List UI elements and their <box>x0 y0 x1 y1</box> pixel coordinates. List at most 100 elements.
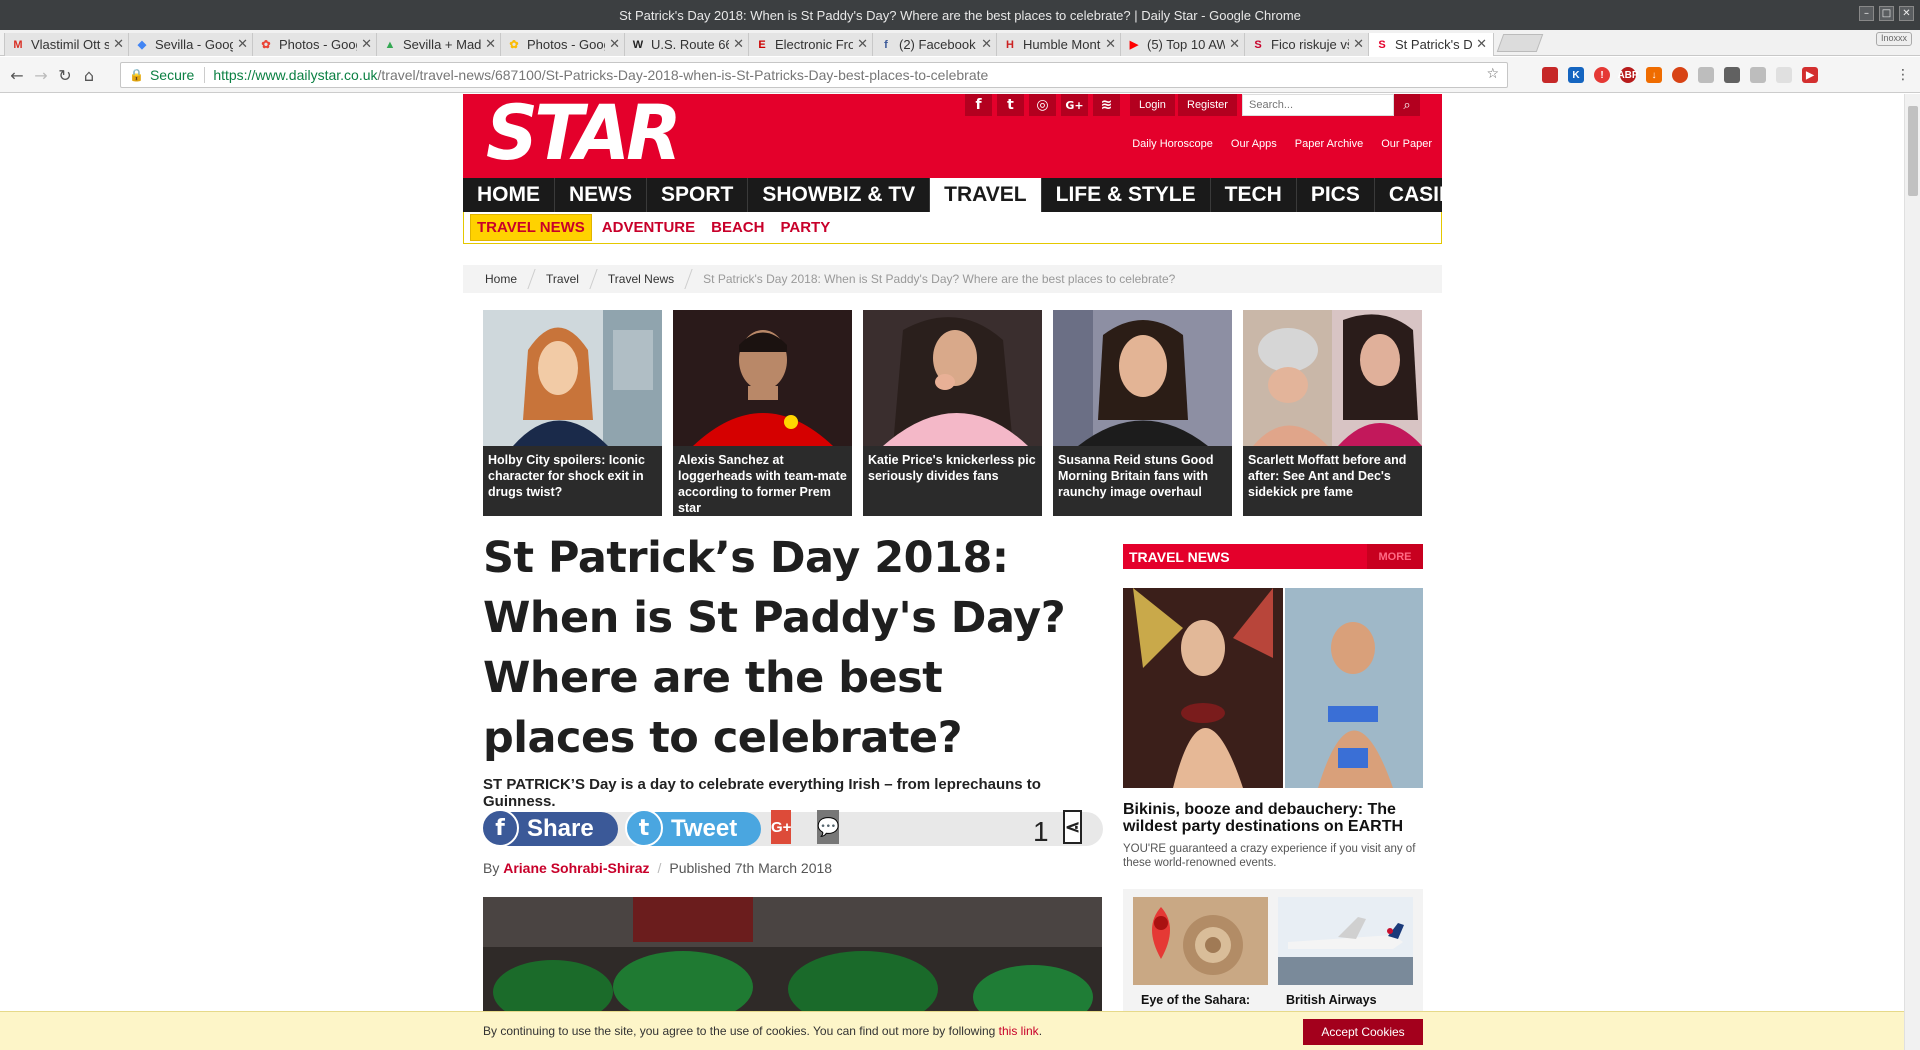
subnav-adventure[interactable]: ADVENTURE <box>596 215 701 240</box>
link-our-paper[interactable]: Our Paper <box>1381 138 1432 150</box>
comment-icon[interactable]: 💬 <box>817 810 840 844</box>
minimize-icon[interactable]: – <box>1859 6 1874 21</box>
rss-icon[interactable]: ≋ <box>1093 94 1120 116</box>
browser-tab[interactable]: ▲ Sevilla + Madric✕ <box>376 33 502 56</box>
link-our-apps[interactable]: Our Apps <box>1231 138 1277 150</box>
tab-close-icon[interactable]: ✕ <box>733 37 744 52</box>
sidebar-feature-title[interactable]: Bikinis, booze and debauchery: The wilde… <box>1123 801 1423 835</box>
google-plus-share-icon[interactable]: G+ <box>771 810 792 844</box>
teaser-card[interactable]: Scarlett Moffatt before and after: See A… <box>1243 310 1422 516</box>
teaser-card[interactable]: Susanna Reid stuns Good Morning Britain … <box>1053 310 1232 516</box>
site-search-input[interactable] <box>1242 94 1394 116</box>
google-plus-icon[interactable]: G+ <box>1061 94 1088 116</box>
reload-icon[interactable]: ↻ <box>56 66 74 85</box>
tab-favicon-icon: ✿ <box>509 39 519 51</box>
author-link[interactable]: Ariane Sohrabi-Shiraz <box>503 860 649 876</box>
nav-news[interactable]: NEWS <box>555 178 647 212</box>
nav-pics[interactable]: PICS <box>1297 178 1375 212</box>
rocket-icon[interactable] <box>1724 67 1740 83</box>
tab-close-icon[interactable]: ✕ <box>1105 37 1116 52</box>
teaser-card[interactable]: Alexis Sanchez at loggerheads with team-… <box>673 310 852 516</box>
browser-tab[interactable]: W U.S. Route 66 -✕ <box>624 33 750 56</box>
facebook-share-button[interactable]: f Share <box>481 809 618 847</box>
address-bar[interactable]: 🔒 Secure https://www.dailystar.co.uk/tra… <box>120 62 1508 88</box>
browser-tab[interactable]: H Humble Monthl ✕ <box>996 33 1122 56</box>
nav-sport[interactable]: SPORT <box>647 178 749 212</box>
tab-close-icon[interactable]: ✕ <box>857 37 868 52</box>
search-icon[interactable]: ⌕ <box>1394 94 1420 116</box>
page-scrollbar[interactable] <box>1904 94 1920 1050</box>
site-logo[interactable]: STAR <box>486 94 682 177</box>
login-button[interactable]: Login <box>1130 94 1175 116</box>
teaser-card[interactable]: Holby City spoilers: Iconic character fo… <box>483 310 662 516</box>
tab-close-icon[interactable]: ✕ <box>361 37 372 52</box>
tab-close-icon[interactable]: ✕ <box>609 37 620 52</box>
subnav-party[interactable]: PARTY <box>774 215 836 240</box>
browser-tab[interactable]: ✿ Photos - Google ✕ <box>252 33 378 56</box>
new-tab-button[interactable] <box>1496 34 1544 52</box>
breadcrumb-travel-news[interactable]: Travel News <box>608 272 674 286</box>
back-icon[interactable]: ← <box>8 66 26 85</box>
download-icon[interactable]: ↓ <box>1646 67 1662 83</box>
home-icon[interactable]: ⌂ <box>80 66 98 85</box>
nav-home[interactable]: HOME <box>463 178 555 212</box>
extension-k-icon[interactable]: K <box>1568 67 1584 83</box>
nav-casino[interactable]: CASINO <box>1375 178 1485 212</box>
sidebar-feature-image[interactable] <box>1123 588 1423 788</box>
browser-tab[interactable]: ▶ (5) Top 10 AW ✕ <box>1120 33 1246 56</box>
browser-tab[interactable]: E Electronic Front✕ <box>748 33 874 56</box>
mini-story[interactable]: Eye of the Sahara: <box>1133 897 1268 1007</box>
browser-tab[interactable]: f (2) Facebook ✕ <box>872 33 998 56</box>
facebook-icon[interactable]: f <box>965 94 992 116</box>
register-button[interactable]: Register <box>1178 94 1237 116</box>
nav-travel[interactable]: TRAVEL <box>930 178 1042 212</box>
nav-tech[interactable]: TECH <box>1211 178 1297 212</box>
extension-flag-icon[interactable] <box>1776 67 1792 83</box>
extension-gray-icon[interactable] <box>1698 67 1714 83</box>
scrollbar-thumb[interactable] <box>1908 106 1918 196</box>
browser-tab[interactable]: ◆ Sevilla - Google✕ <box>128 33 254 56</box>
adblock-icon[interactable]: ABP <box>1617 67 1639 83</box>
sidebar-more-link[interactable]: MORE <box>1367 544 1423 569</box>
bookmark-star-icon[interactable]: ☆ <box>1486 66 1499 82</box>
tab-close-icon[interactable]: ✕ <box>485 37 496 52</box>
link-paper-archive[interactable]: Paper Archive <box>1295 138 1363 150</box>
tab-close-icon[interactable]: ✕ <box>1476 37 1487 52</box>
browser-tab[interactable]: M Vlastimil Ott sh ✕ <box>4 33 130 56</box>
tweet-button[interactable]: t Tweet <box>625 809 761 847</box>
tab-close-icon[interactable]: ✕ <box>1229 37 1240 52</box>
subnav-beach[interactable]: BEACH <box>705 215 770 240</box>
extension-alert-icon[interactable]: ! <box>1594 67 1610 83</box>
tab-close-icon[interactable]: ✕ <box>113 37 124 52</box>
extension-list-icon[interactable] <box>1750 67 1766 83</box>
twitter-icon[interactable]: t <box>997 94 1024 116</box>
teaser-image <box>483 310 662 446</box>
extension-bookmark-icon[interactable] <box>1542 67 1558 83</box>
teaser-card[interactable]: Katie Price's knickerless pic seriously … <box>863 310 1042 516</box>
browser-tab[interactable]: S St Patrick's Day✕ <box>1368 33 1494 56</box>
link-daily-horoscope[interactable]: Daily Horoscope <box>1132 138 1213 150</box>
nav-life-style[interactable]: LIFE & STYLE <box>1042 178 1211 212</box>
nav-showbiz-tv[interactable]: SHOWBIZ & TV <box>748 178 931 212</box>
instagram-icon[interactable]: ◎ <box>1029 94 1056 116</box>
tab-close-icon[interactable]: ✕ <box>981 37 992 52</box>
cookie-link[interactable]: this link <box>999 1024 1039 1038</box>
extension-play-icon[interactable]: ▶ <box>1802 67 1818 83</box>
profile-badge[interactable]: Inoxxx <box>1875 32 1912 46</box>
subnav-travel-news[interactable]: TRAVEL NEWS <box>470 214 592 241</box>
browser-tab[interactable]: S Fico riskuje vše ✕ <box>1244 33 1370 56</box>
forward-icon[interactable]: → <box>32 66 50 85</box>
close-icon[interactable]: ✕ <box>1899 6 1914 21</box>
tab-close-icon[interactable]: ✕ <box>1353 37 1364 52</box>
mini-story[interactable]: British Airways <box>1278 897 1413 1007</box>
breadcrumb-home[interactable]: Home <box>485 272 517 286</box>
browser-tab[interactable]: ✿ Photos - Google ✕ <box>500 33 626 56</box>
share-more-icon[interactable]: ⋖ <box>1063 810 1083 844</box>
tab-close-icon[interactable]: ✕ <box>237 37 248 52</box>
extension-fire-icon[interactable] <box>1672 67 1688 83</box>
accept-cookies-button[interactable]: Accept Cookies <box>1303 1019 1423 1045</box>
teaser-caption: Alexis Sanchez at loggerheads with team-… <box>678 453 847 515</box>
menu-icon[interactable]: ⋮ <box>1894 66 1912 84</box>
maximize-icon[interactable]: □ <box>1879 6 1894 21</box>
breadcrumb-travel[interactable]: Travel <box>546 272 579 286</box>
